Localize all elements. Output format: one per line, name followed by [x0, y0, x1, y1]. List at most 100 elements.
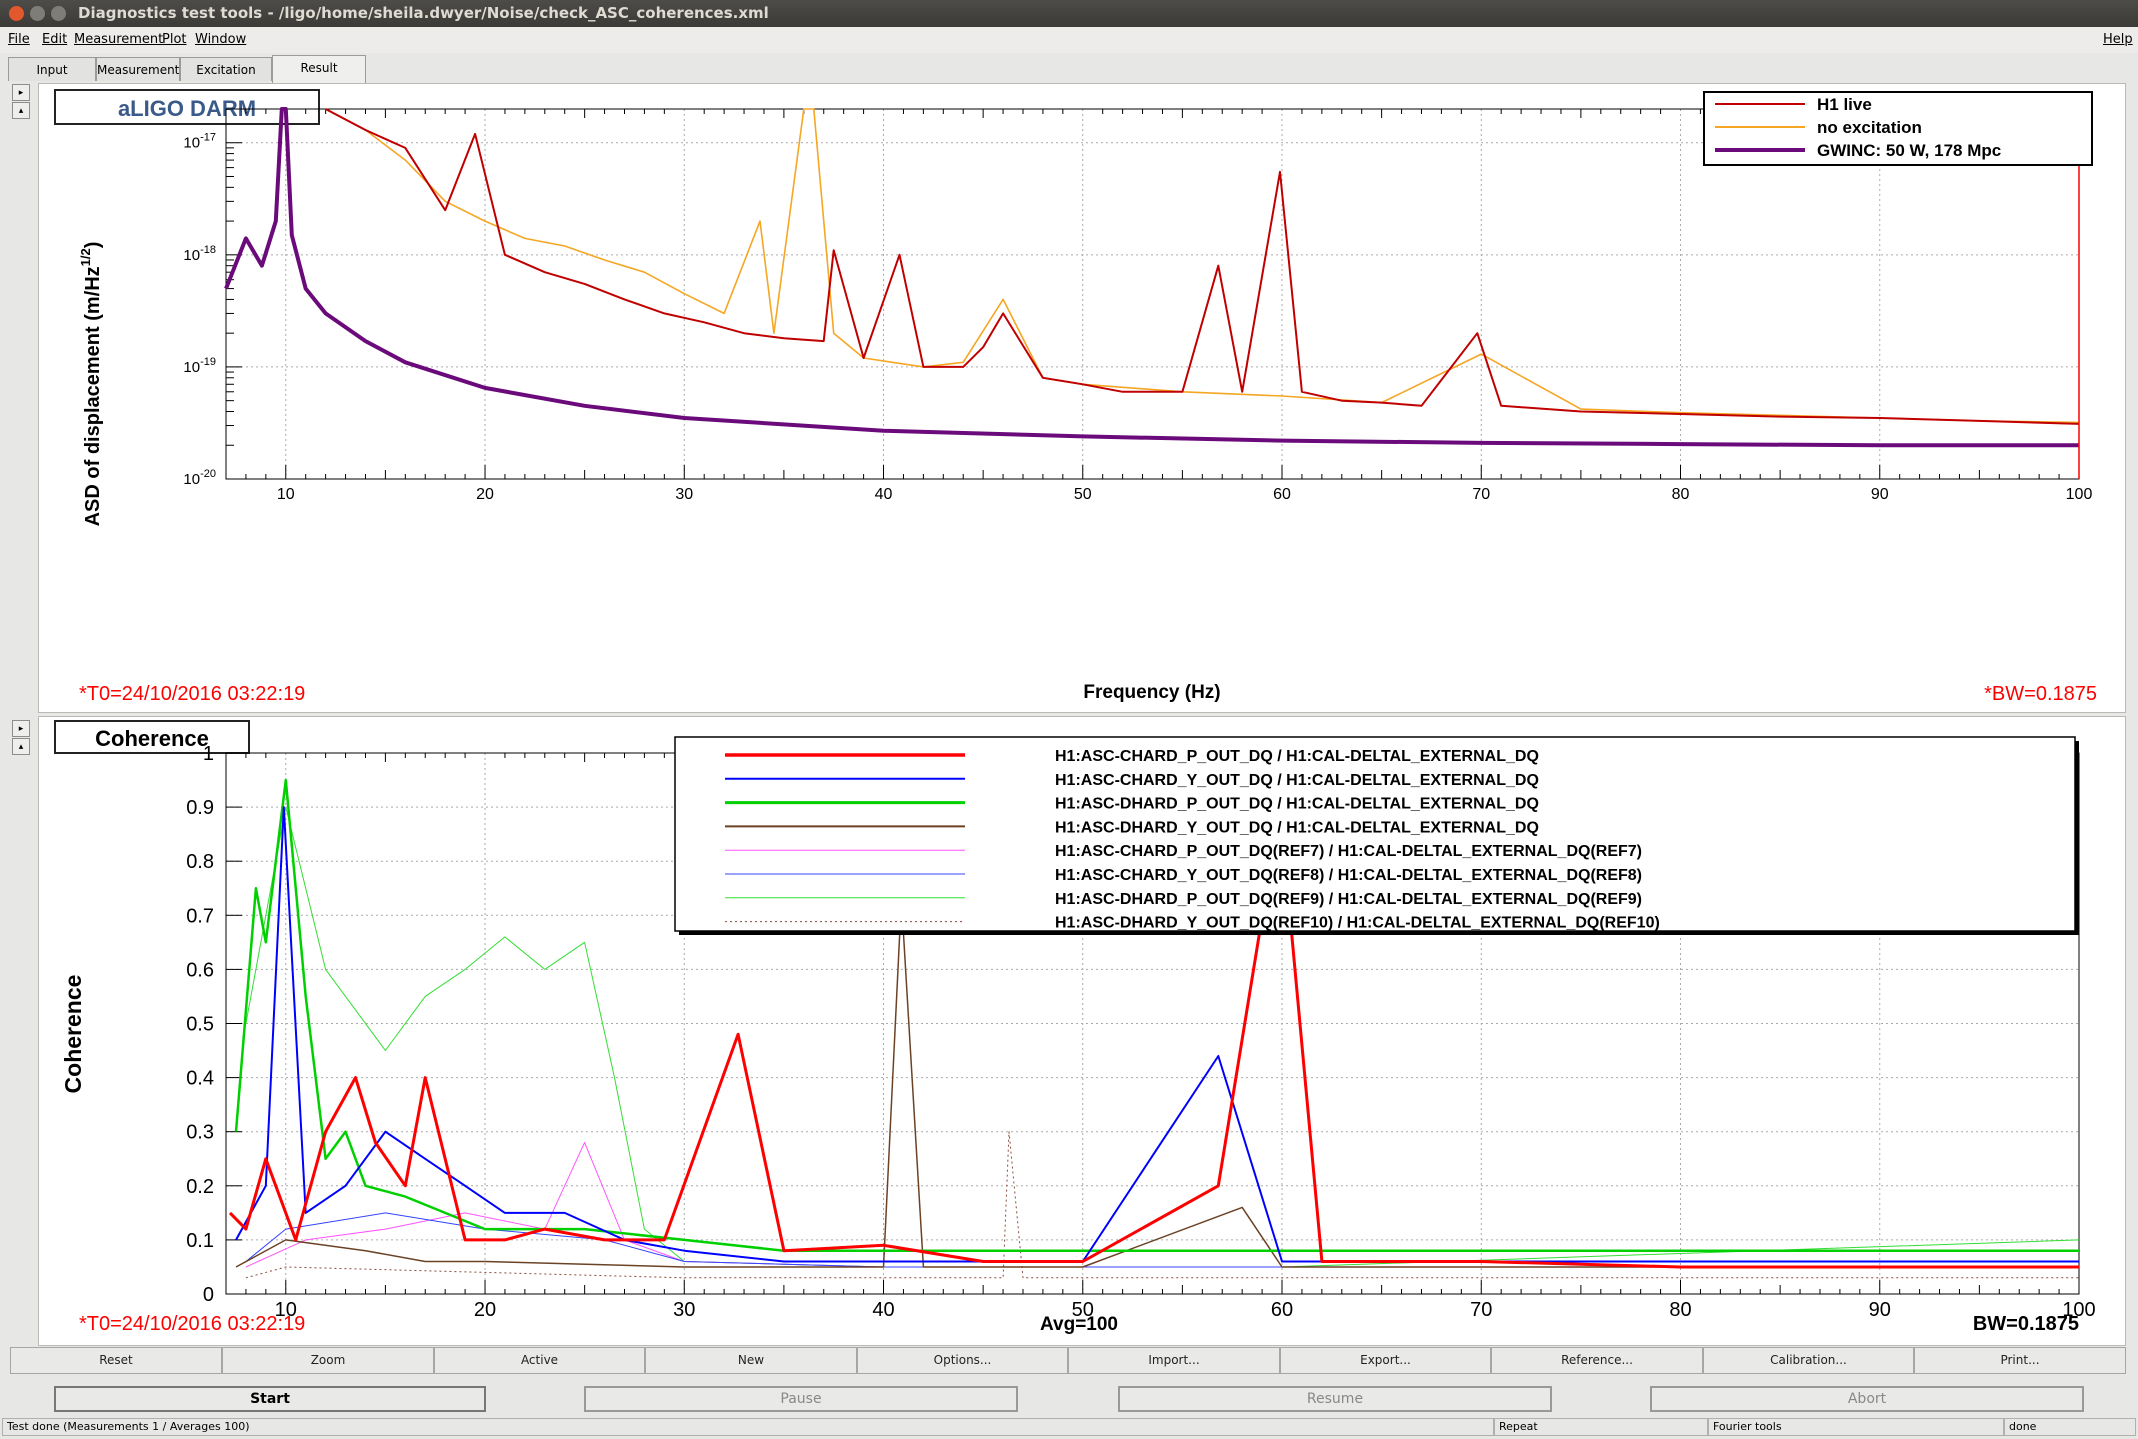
pad-expand-arrow-icon[interactable]: ▸: [12, 720, 30, 737]
coh-y-tick-label: 1: [203, 743, 214, 765]
coh-legend-label: H1:ASC-CHARD_P_OUT_DQ(REF7) / H1:CAL-DEL…: [1055, 843, 1642, 860]
status-message: Test done (Measurements 1 / Averages 100…: [2, 1418, 1494, 1436]
coh-legend-label: H1:ASC-CHARD_Y_OUT_DQ(REF8) / H1:CAL-DEL…: [1055, 867, 1642, 884]
legend-label-gwinc: GWINC: 50 W, 178 Mpc: [1817, 141, 2001, 160]
asd-y-tick-label: 10-18: [183, 244, 216, 264]
pad-collapse-arrow-icon[interactable]: ▴: [12, 102, 30, 119]
close-window-icon[interactable]: [9, 6, 24, 21]
status-tools: Fourier tools: [1708, 1418, 2004, 1436]
import-button[interactable]: Import...: [1068, 1347, 1280, 1374]
asd-y-tick-label: 10-17: [183, 132, 216, 152]
menu-plot[interactable]: Plot: [162, 32, 187, 47]
resume-button[interactable]: Resume: [1118, 1386, 1552, 1412]
coh-y-tick-label: 0.1: [186, 1230, 214, 1252]
coh-y-tick-label: 0.6: [186, 959, 214, 981]
asd-x-tick-label: 100: [2066, 486, 2093, 503]
menu-bar: File Edit Measurement Plot Window Help: [0, 27, 2138, 53]
asd-x-tick-label: 40: [875, 486, 893, 503]
asd-plot-panel[interactable]: aLIGO DARM 10 20 30 40 50 60 70 80 90 100 10-20 10-…: [38, 83, 2126, 713]
abort-button[interactable]: Abort: [1650, 1386, 2084, 1412]
status-bar: Test done (Measurements 1 / Averages 100…: [0, 1415, 2138, 1439]
zoom-button[interactable]: Zoom: [222, 1347, 434, 1374]
print-button[interactable]: Print...: [1914, 1347, 2126, 1374]
window-title: Diagnostics test tools - /ligo/home/shei…: [78, 4, 769, 22]
start-button[interactable]: Start: [54, 1386, 486, 1412]
legend-label-no-excitation: no excitation: [1817, 118, 1922, 137]
coh-x-tick-label: 30: [673, 1299, 695, 1321]
asd-x-tick-label: 50: [1074, 486, 1092, 503]
coh-x-tick-label: 20: [474, 1299, 496, 1321]
asd-xlabel: Frequency (Hz): [1083, 682, 1220, 703]
coh-legend-label: H1:ASC-CHARD_P_OUT_DQ / H1:CAL-DELTAL_EX…: [1055, 748, 1539, 765]
coh-legend-label: H1:ASC-DHARD_P_OUT_DQ(REF9) / H1:CAL-DEL…: [1055, 891, 1642, 908]
asd-x-tick-label: 20: [476, 486, 494, 503]
coh-y-tick-label: 0.5: [186, 1014, 214, 1036]
coh-ylabel: Coherence: [60, 975, 86, 1094]
pause-button[interactable]: Pause: [584, 1386, 1018, 1412]
status-state: done: [2004, 1418, 2136, 1436]
coh-legend-label: H1:ASC-DHARD_P_OUT_DQ / H1:CAL-DELTAL_EX…: [1055, 796, 1539, 813]
coh-legend-label: H1:ASC-DHARD_Y_OUT_DQ(REF10) / H1:CAL-DE…: [1055, 915, 1660, 932]
coh-x-tick-label: 80: [1669, 1299, 1691, 1321]
coh-y-tick-label: 0: [203, 1284, 214, 1306]
coh-legend: H1:ASC-CHARD_P_OUT_DQ / H1:CAL-DELTAL_EX…: [674, 736, 2079, 935]
asd-x-tick-label: 10: [277, 486, 295, 503]
minimize-window-icon[interactable]: [30, 6, 45, 21]
asd-y-tick-label: 10-19: [183, 356, 216, 376]
export-button[interactable]: Export...: [1280, 1347, 1491, 1374]
menu-help[interactable]: Help: [2103, 32, 2133, 47]
asd-x-tick-label: 90: [1871, 486, 1889, 503]
coherence-plot-panel[interactable]: Coherence 10 20 30 40 50 60 70 80 90 100 0 0.1 0.2 0.…: [38, 716, 2126, 1346]
coh-series-ref7: [245, 1142, 2079, 1268]
tab-result[interactable]: Result: [272, 55, 366, 83]
coh-series-dhard-y: [235, 898, 2079, 1268]
coh-y-tick-label: 0.2: [186, 1176, 214, 1198]
reset-button[interactable]: Reset: [10, 1347, 222, 1374]
coh-x-tick-label: 90: [1869, 1299, 1891, 1321]
tab-measurement[interactable]: Measurement: [96, 57, 180, 81]
coh-x-tick-label: 40: [872, 1299, 894, 1321]
maximize-window-icon[interactable]: [51, 6, 66, 21]
active-button[interactable]: Active: [434, 1347, 645, 1374]
menu-window[interactable]: Window: [195, 32, 246, 47]
asd-t0-annotation: *T0=24/10/2016 03:22:19: [79, 683, 305, 705]
asd-x-tick-label: 80: [1672, 486, 1690, 503]
calibration-button[interactable]: Calibration...: [1703, 1347, 1914, 1374]
coh-legend-label: H1:ASC-CHARD_Y_OUT_DQ / H1:CAL-DELTAL_EX…: [1055, 772, 1539, 789]
coh-bw-annotation: BW=0.1875: [1973, 1313, 2079, 1335]
window-titlebar: Diagnostics test tools - /ligo/home/shei…: [0, 0, 2138, 27]
new-button[interactable]: New: [645, 1347, 857, 1374]
asd-ylabel: ASD of displacement (m/Hz1/2): [78, 242, 104, 527]
menu-measurement[interactable]: Measurement: [74, 32, 163, 47]
pad-collapse-arrow-icon[interactable]: ▴: [12, 738, 30, 755]
asd-chart: aLIGO DARM 10 20 30 40 50 60 70 80 90 10010-2010-…: [54, 89, 2097, 705]
coh-avg-annotation: Avg=100: [1040, 1314, 1118, 1335]
action-button-row: Reset Zoom Active New Options... Import.…: [10, 1347, 2126, 1374]
asd-y-tick-label: 10-20: [183, 468, 216, 488]
tab-excitation[interactable]: Excitation: [180, 57, 272, 81]
reference-button[interactable]: Reference...: [1491, 1347, 1703, 1374]
legend-label-h1-live: H1 live: [1817, 95, 1872, 114]
coh-y-tick-label: 0.8: [186, 851, 214, 873]
options-button[interactable]: Options...: [857, 1347, 1068, 1374]
asd-x-tick-label: 60: [1273, 486, 1291, 503]
tab-input[interactable]: Input: [8, 57, 96, 81]
menu-file[interactable]: File: [8, 32, 30, 47]
asd-legend: H1 live no excitation GWINC: 50 W, 178 M…: [1703, 91, 2093, 166]
coh-series-ref10: [245, 1131, 2079, 1279]
status-repeat: Repeat: [1494, 1418, 1708, 1436]
menu-edit[interactable]: Edit: [42, 32, 67, 47]
coh-y-tick-label: 0.7: [186, 905, 214, 927]
coh-y-tick-label: 0.3: [186, 1122, 214, 1144]
asd-bw-annotation: *BW=0.1875: [1984, 683, 2097, 705]
coh-t0-annotation: *T0=24/10/2016 03:22:19: [79, 1313, 305, 1335]
asd-x-tick-label: 70: [1472, 486, 1490, 503]
asd-x-tick-label: 30: [675, 486, 693, 503]
pad-expand-arrow-icon[interactable]: ▸: [12, 84, 30, 101]
tab-bar: Input Measurement Excitation Result: [0, 53, 2138, 83]
coherence-chart: Coherence 10 20 30 40 50 60 70 80 90 10000.10.20.…: [54, 720, 2096, 1335]
coh-legend-label: H1:ASC-DHARD_Y_OUT_DQ / H1:CAL-DELTAL_EX…: [1055, 819, 1539, 836]
coh-y-tick-label: 0.9: [186, 797, 214, 819]
coh-title: Coherence: [95, 726, 209, 751]
coh-y-tick-label: 0.4: [186, 1068, 214, 1090]
